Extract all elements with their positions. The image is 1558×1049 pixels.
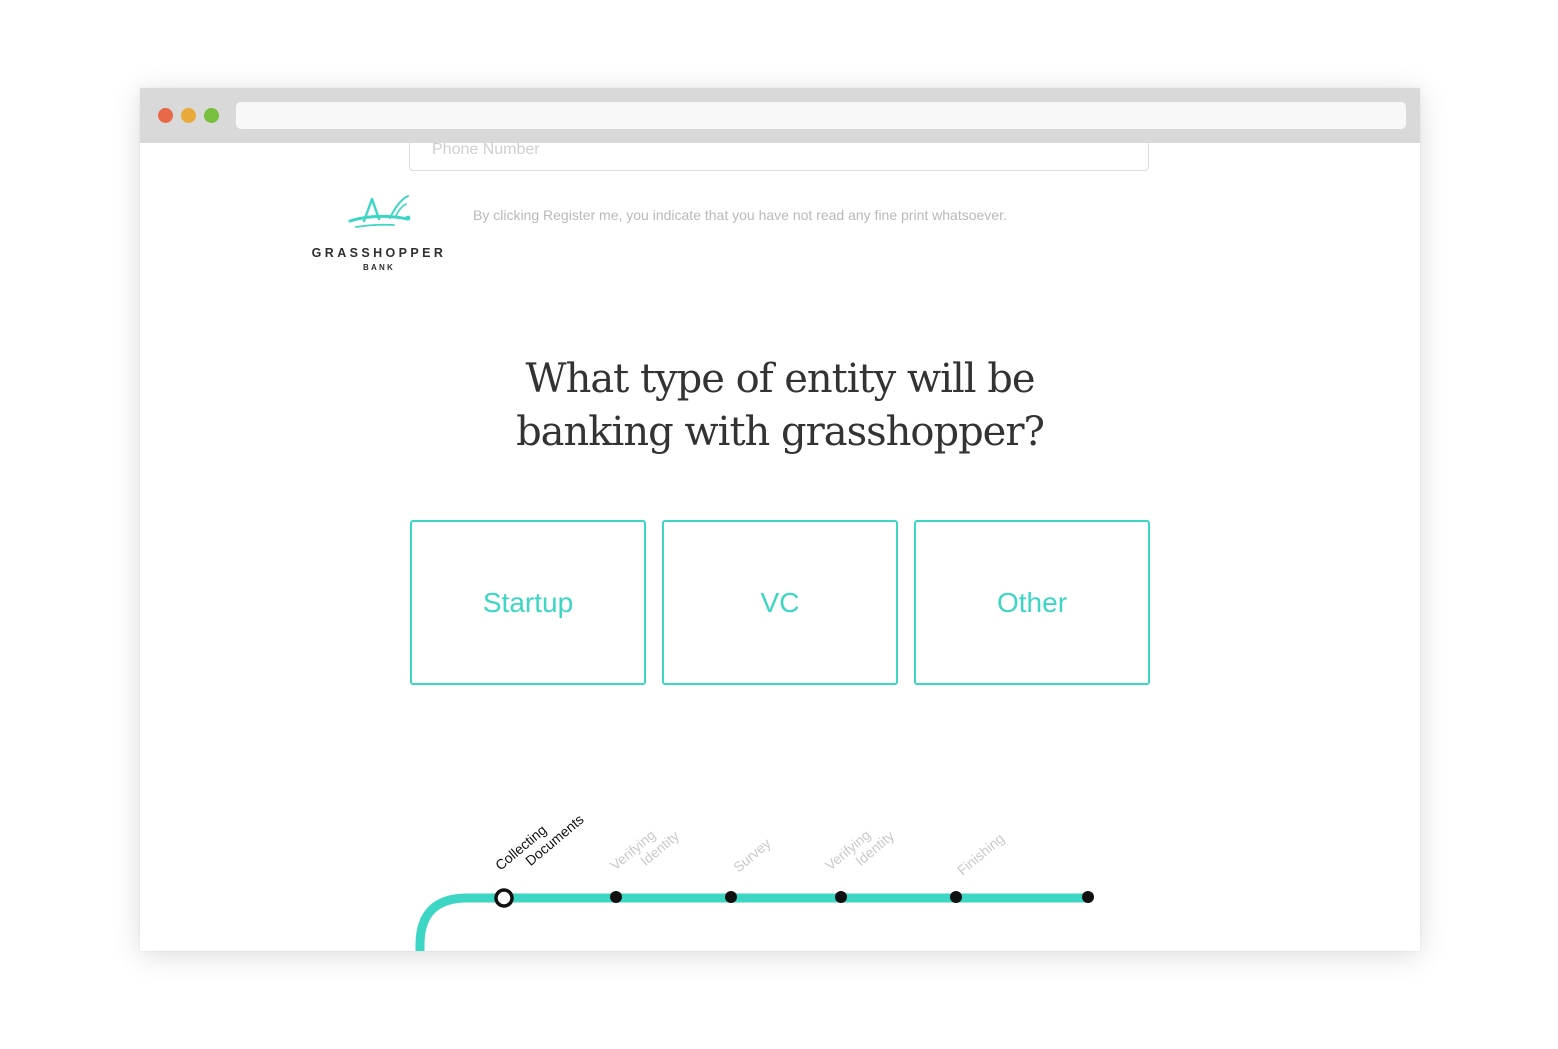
option-other-button[interactable]: Other [914,520,1150,685]
progress-step-end [1082,891,1094,903]
close-window-button[interactable] [158,108,173,123]
phone-number-input[interactable] [430,143,1034,166]
progress-step-current [494,888,514,908]
question-line-1: What type of entity will be [525,356,1035,402]
option-label: VC [760,586,800,618]
logo-wordmark: GRASSHOPPER [311,246,447,260]
option-label: Other [996,586,1068,618]
phone-number-field[interactable] [409,143,1149,171]
grasshopper-icon [348,195,411,228]
progress-step-label: Verifying Identity [607,826,683,874]
progress-step-dot [835,891,847,903]
progress-step-label: Collecting Documents [492,811,587,874]
fine-print-text: By clicking Register me, you indicate th… [473,207,1007,223]
maximize-window-button[interactable] [204,108,219,123]
progress-step-label: Verifying Identity [822,826,898,874]
browser-window: GRASSHOPPER BANK By clicking Register me… [140,88,1420,951]
progress-line [415,893,1088,951]
question-line-2: banking with grasshopper? [516,409,1045,455]
page-question: What type of entity will be banking with… [430,353,1130,459]
grasshopper-logo: GRASSHOPPER BANK [308,191,450,275]
browser-titlebar [140,88,1420,143]
page-content: GRASSHOPPER BANK By clicking Register me… [140,143,1420,951]
progress-step-label: Finishing [954,829,1008,879]
progress-step-dot [610,891,622,903]
option-label: Startup [482,586,574,618]
option-startup-button[interactable]: Startup [410,520,646,685]
progress-step-dot [950,891,962,903]
minimize-window-button[interactable] [181,108,196,123]
progress-step-label: Survey [730,834,774,876]
address-bar[interactable] [236,102,1406,129]
progress-step-dot [725,891,737,903]
option-vc-button[interactable]: VC [662,520,898,685]
logo-subtitle: BANK [363,263,395,272]
